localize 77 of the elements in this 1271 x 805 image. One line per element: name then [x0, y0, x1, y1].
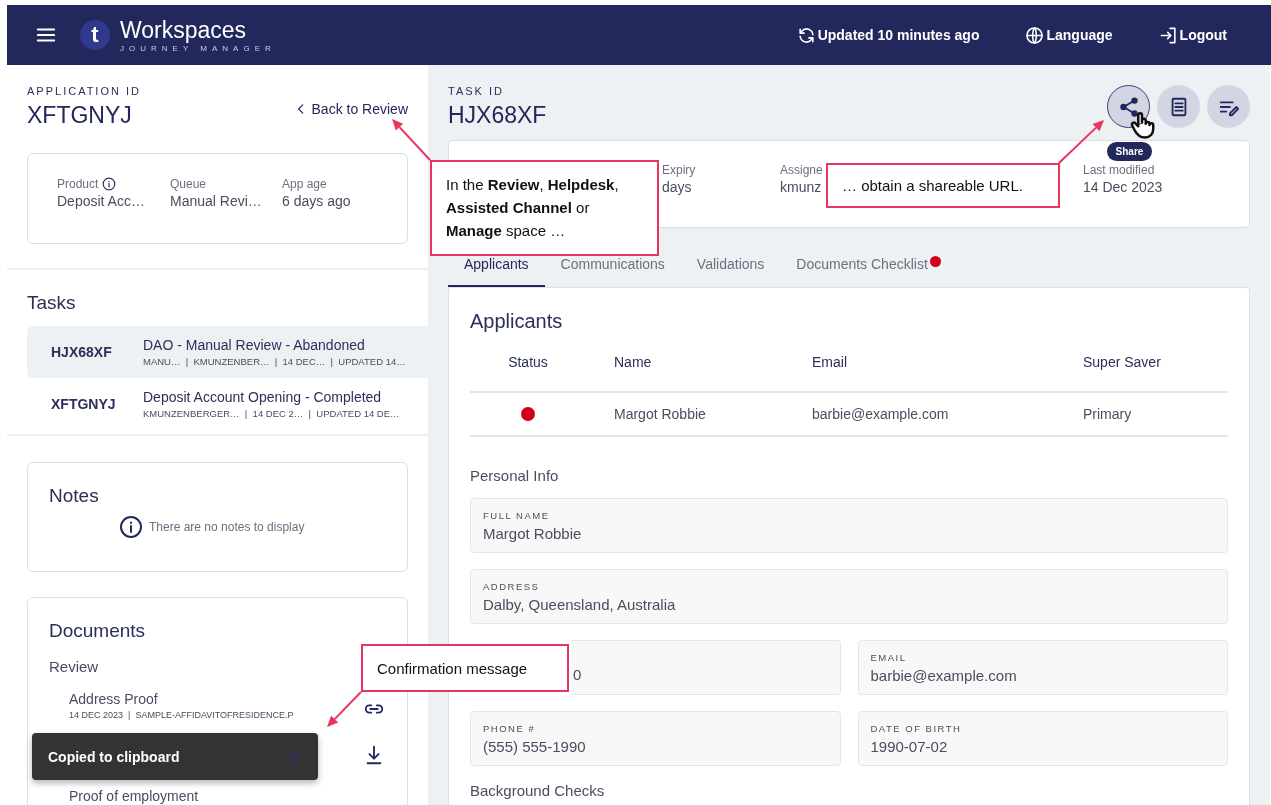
list-button[interactable]: [1157, 85, 1200, 128]
annotation-callout: In the Review, Helpdesk, Assisted Channel or Manage space …: [430, 160, 659, 256]
info-icon: [119, 515, 143, 539]
field-label: Product: [57, 177, 99, 191]
document-name: Proof of employment: [69, 788, 200, 804]
column-header: Email: [796, 333, 1066, 393]
field-label: Assigne: [780, 163, 823, 177]
field-label: Queue: [170, 177, 207, 191]
toast-message: Copied to clipboard: [48, 748, 180, 765]
task-id-label: TASK ID: [448, 85, 505, 97]
globe-icon: [1025, 25, 1045, 45]
document-name: Address Proof: [69, 691, 159, 707]
tab[interactable]: Validations: [680, 256, 781, 287]
tab[interactable]: Documents Checklist: [780, 256, 957, 287]
column-header: Name: [586, 333, 796, 393]
application-id-label: APPLICATION ID: [27, 85, 141, 97]
task-title: DAO - Manual Review - Abandoned: [143, 337, 366, 353]
application-id: XFTGNYJ: [27, 102, 133, 129]
field-label: DATE OF BIRTH: [870, 723, 963, 734]
annotation-arrow: [327, 691, 362, 727]
task-id: HJX68XF: [51, 344, 113, 360]
section-title: Notes: [49, 485, 100, 507]
annotation-arrow: [1058, 120, 1104, 164]
section-title: Documents: [49, 620, 147, 642]
tab[interactable]: Communications: [544, 256, 681, 287]
back-link[interactable]: Back to Review: [293, 99, 408, 119]
field-value: 6 days ago: [282, 193, 352, 209]
logo-badge: t: [80, 20, 110, 50]
logout-icon: [1158, 25, 1178, 45]
edit-list-button[interactable]: [1207, 85, 1250, 128]
task-meta: KMUNZENBERGER… | 14 DEC 2… | UPDATED 14 DE…: [143, 408, 400, 419]
section-subtitle: Background Checks: [470, 782, 606, 799]
empty-message: There are no notes to display: [149, 520, 305, 534]
tooltip: Share: [1107, 142, 1152, 161]
header-action-button[interactable]: Language: [1019, 21, 1119, 49]
task-title: Deposit Account Opening - Completed: [143, 389, 383, 405]
table-cell: barbie@example.com: [796, 393, 1066, 437]
field-label: PHONE #: [483, 723, 537, 734]
task-list-item[interactable]: XFTGNYJ Deposit Account Opening - Completed KMUNZENBERGER… | 14 DEC 2… | UPDATED 14 DE…: [27, 378, 428, 430]
section-title: Applicants: [470, 310, 564, 333]
brand-name: Workspaces: [120, 17, 248, 42]
field-value: Manual Revi…: [170, 193, 263, 209]
field-value: barbie@example.com: [870, 667, 1018, 684]
task-id: HJX68XF: [448, 102, 547, 129]
header-action-button[interactable]: Logout: [1152, 21, 1233, 49]
field-value: kmunz: [780, 179, 822, 195]
field-value: (555) 555-1990: [483, 738, 587, 755]
task-meta: MANU… | KMUNZENBER… | 14 DEC… | UPDATED 14…: [143, 356, 406, 367]
field-label: FULL NAME: [483, 510, 551, 521]
field-label: EMAIL: [870, 652, 908, 663]
field-label: Expiry: [662, 163, 696, 177]
refresh-icon: [796, 25, 816, 45]
field-value: Dalby, Queensland, Australia: [483, 596, 677, 613]
field-value: 14 Dec 2023: [1083, 179, 1163, 195]
column-header: Status: [470, 333, 586, 393]
field-value: 0: [573, 666, 583, 683]
section-title: Tasks: [27, 292, 77, 314]
field-label: Last modified: [1083, 163, 1155, 177]
section-subtitle: Personal Info: [470, 467, 560, 484]
header-action-button[interactable]: Updated 10 minutes ago: [790, 21, 986, 49]
field-value: 1990-07-02: [870, 738, 949, 755]
task-list-item[interactable]: HJX68XF DAO - Manual Review - Abandoned MANU… | KMUNZENBER… | 14 DEC… | UPDATED 14…: [27, 326, 428, 378]
brand-subtitle: JOURNEY MANAGER: [120, 43, 276, 53]
column-header: Super Saver: [1066, 333, 1228, 393]
field-value: Deposit Acc…: [57, 193, 146, 209]
field-label: App age: [282, 177, 327, 191]
share-icon: [1117, 95, 1140, 118]
annotation-callout: … obtain a shareable URL.: [826, 163, 1060, 208]
annotation-arrow: [392, 119, 431, 161]
document-meta: 14 DEC 2023 | SAMPLE-AFFIDAVITOFRESIDENCE.P: [69, 710, 294, 720]
field-value: Margot Robbie: [483, 525, 583, 542]
task-id: XFTGNYJ: [51, 396, 117, 412]
table-cell: Primary: [1066, 393, 1228, 437]
field-label: ADDRESS: [483, 581, 541, 592]
annotation-callout: Confirmation message: [361, 644, 569, 692]
table-cell: Margot Robbie: [586, 393, 796, 437]
field-value: days: [662, 179, 692, 195]
